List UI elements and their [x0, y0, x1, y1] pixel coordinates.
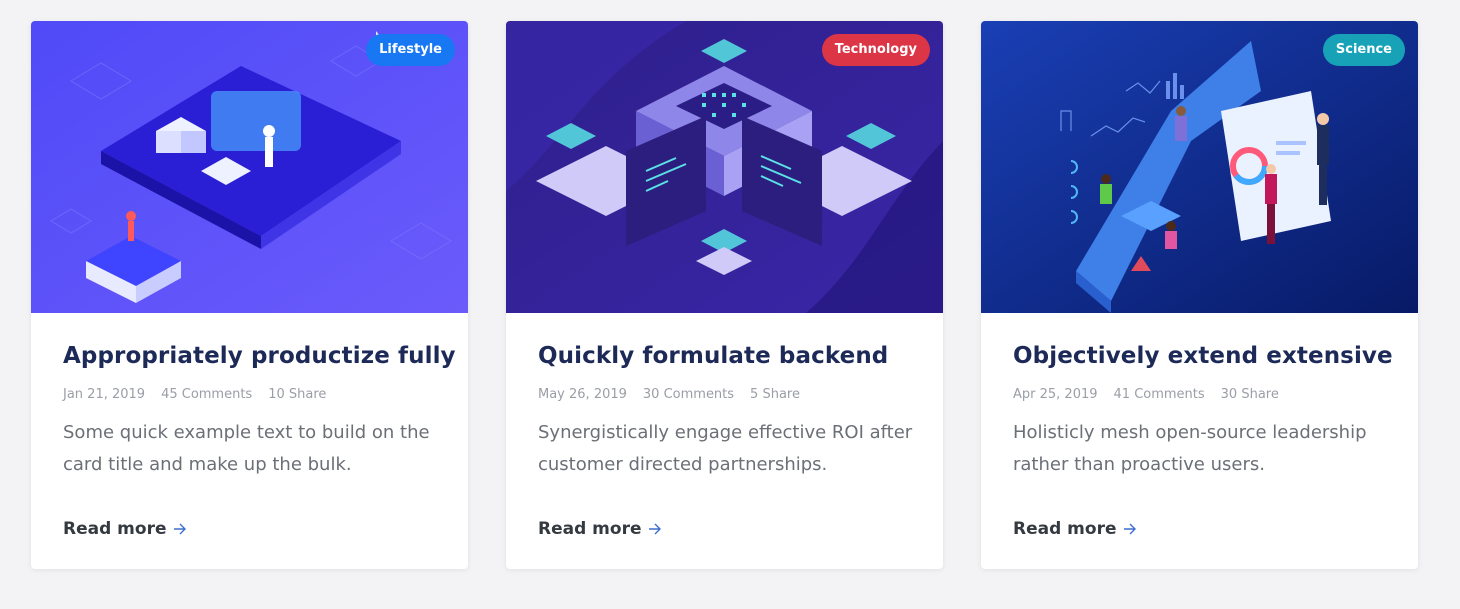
category-badge[interactable]: Science [1322, 34, 1405, 66]
card-image-technology[interactable]: Technology [506, 21, 943, 313]
share-count[interactable]: 10 Share [268, 387, 326, 402]
card-text: Synergistically engage effective ROI aft… [538, 422, 913, 475]
card-title[interactable]: Objectively extend extensive [1013, 343, 1393, 369]
blog-card: Science Objectively extend extensive Apr… [981, 21, 1418, 569]
read-more-link[interactable]: Read more [538, 519, 662, 539]
arrow-right-icon [1123, 523, 1137, 535]
arrow-right-icon [173, 523, 187, 535]
category-badge[interactable]: Technology [821, 34, 930, 66]
post-date: Apr 25, 2019 [1013, 387, 1098, 402]
card-text: Holisticly mesh open-source leadership r… [1013, 422, 1367, 475]
post-date: May 26, 2019 [538, 387, 627, 402]
card-image-science[interactable]: Science [981, 21, 1418, 313]
read-more-label: Read more [63, 519, 167, 539]
arrow-right-icon [648, 523, 662, 535]
read-more-label: Read more [538, 519, 642, 539]
post-date: Jan 21, 2019 [63, 387, 146, 402]
card-body: Quickly formulate backend May 26, 2019 3… [506, 313, 943, 539]
card-title[interactable]: Quickly formulate backend [538, 343, 911, 369]
card-body: Appropriately productize fully Jan 21, 2… [31, 313, 468, 539]
read-more-link[interactable]: Read more [1013, 519, 1137, 539]
share-count[interactable]: 5 Share [750, 387, 800, 402]
post-meta: May 26, 2019 30 Comments 5 Share [538, 387, 911, 402]
category-badge[interactable]: Lifestyle [366, 34, 455, 66]
card-list: Lifestyle Appropriately productize fully… [31, 21, 1418, 569]
comment-count[interactable]: 45 Comments [161, 387, 252, 402]
read-more-link[interactable]: Read more [63, 519, 187, 539]
post-meta: Apr 25, 2019 41 Comments 30 Share [1013, 387, 1386, 402]
card-title[interactable]: Appropriately productize fully [63, 343, 456, 369]
share-count[interactable]: 30 Share [1221, 387, 1279, 402]
post-meta: Jan 21, 2019 45 Comments 10 Share [63, 387, 436, 402]
blog-card: Technology Quickly formulate backend May… [506, 21, 943, 569]
comment-count[interactable]: 41 Comments [1114, 387, 1205, 402]
read-more-label: Read more [1013, 519, 1117, 539]
card-image-lifestyle[interactable]: Lifestyle [31, 21, 468, 313]
comment-count[interactable]: 30 Comments [643, 387, 734, 402]
card-body: Objectively extend extensive Apr 25, 201… [981, 313, 1418, 539]
card-text: Some quick example text to build on the … [63, 422, 430, 475]
blog-card: Lifestyle Appropriately productize fully… [31, 21, 468, 569]
